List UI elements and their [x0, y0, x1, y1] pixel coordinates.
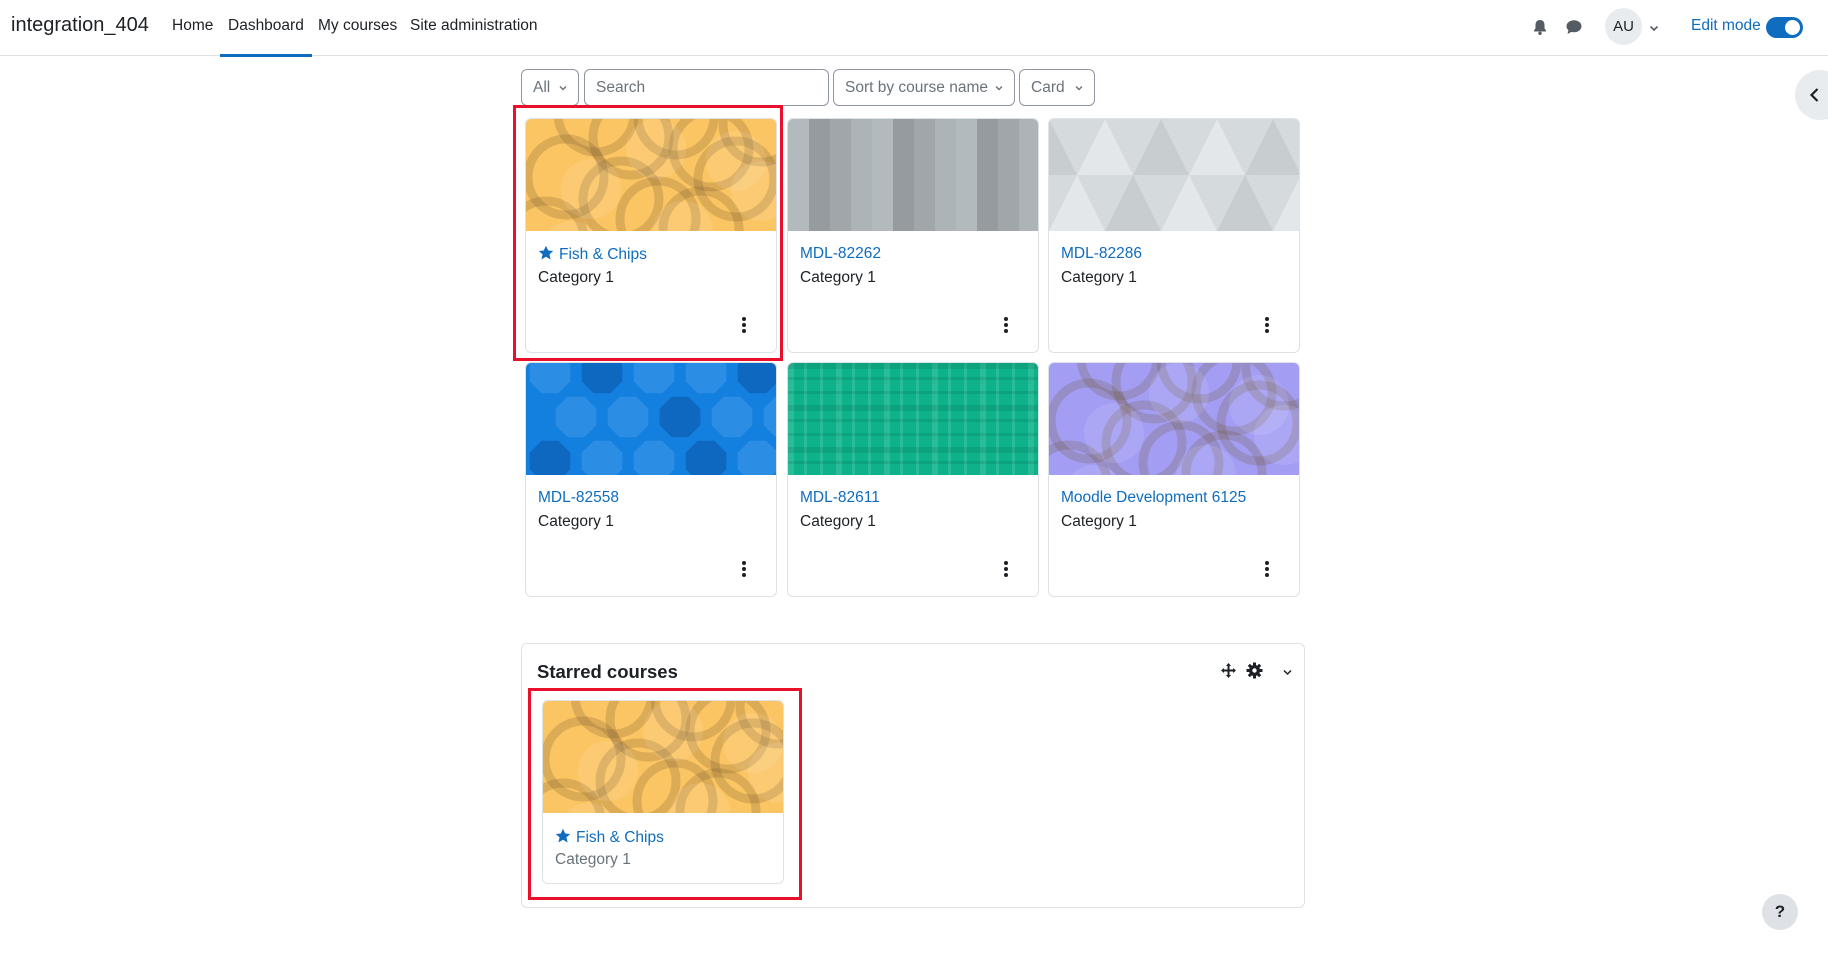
starred-course-card[interactable]: Fish & Chips Category 1 — [542, 700, 784, 884]
course-image[interactable] — [1049, 119, 1299, 231]
nav-site-administration[interactable]: Site administration — [410, 17, 538, 35]
starred-course-image[interactable] — [543, 701, 783, 813]
edit-mode-toggle[interactable] — [1766, 17, 1803, 38]
open-block-drawer-button[interactable] — [1795, 70, 1828, 120]
course-actions-kebab-icon[interactable] — [996, 315, 1016, 335]
course-image[interactable] — [526, 363, 776, 475]
course-image[interactable] — [1049, 363, 1299, 475]
view-dropdown-value: Card — [1031, 79, 1065, 96]
course-actions-kebab-icon[interactable] — [1257, 559, 1277, 579]
course-card[interactable]: Fish & Chips Category 1 — [525, 118, 777, 353]
grouping-dropdown[interactable]: All — [521, 69, 579, 106]
course-actions-kebab-icon[interactable] — [734, 315, 754, 335]
course-image[interactable] — [788, 119, 1038, 231]
view-dropdown[interactable]: Card — [1019, 69, 1095, 106]
sort-dropdown[interactable]: Sort by course name — [833, 69, 1015, 106]
site-name[interactable]: integration_404 — [11, 14, 149, 37]
course-image[interactable] — [788, 363, 1038, 475]
course-card[interactable]: MDL-82558 Category 1 — [525, 362, 777, 597]
user-avatar[interactable]: AU — [1605, 8, 1642, 45]
course-category: Category 1 — [538, 269, 614, 286]
course-card[interactable]: MDL-82262 Category 1 — [787, 118, 1039, 353]
edit-mode-label: Edit mode — [1691, 17, 1761, 34]
gear-icon[interactable] — [1246, 662, 1263, 684]
block-title: Starred courses — [537, 661, 678, 682]
messages-chat-icon[interactable] — [1565, 18, 1583, 36]
starred-course-name[interactable]: Fish & Chips — [555, 828, 664, 847]
course-actions-kebab-icon[interactable] — [996, 559, 1016, 579]
course-category: Category 1 — [1061, 513, 1137, 530]
user-menu-chevron-down-icon[interactable] — [1648, 21, 1660, 33]
course-search-input[interactable]: Search — [584, 69, 829, 106]
course-name[interactable]: MDL-82611 — [800, 489, 880, 507]
top-navbar: integration_404 Home Dashboard My course… — [0, 0, 1828, 57]
nav-home[interactable]: Home — [172, 17, 213, 35]
star-icon — [555, 828, 571, 843]
course-name[interactable]: MDL-82558 — [538, 489, 619, 507]
course-card[interactable]: Moodle Development 6125 Category 1 — [1048, 362, 1300, 597]
chevron-down-icon — [559, 86, 567, 91]
course-category: Category 1 — [538, 513, 614, 530]
sort-dropdown-value: Sort by course name — [845, 79, 989, 96]
course-actions-kebab-icon[interactable] — [734, 559, 754, 579]
starred-courses-block: Starred courses Fish & Chips Category 1 — [521, 643, 1305, 908]
help-button[interactable]: ? — [1762, 894, 1798, 930]
course-image[interactable] — [526, 119, 776, 231]
course-name[interactable]: Fish & Chips — [538, 245, 647, 264]
course-category: Category 1 — [1061, 269, 1137, 286]
course-name[interactable]: Moodle Development 6125 — [1061, 489, 1246, 507]
course-name[interactable]: MDL-82286 — [1061, 245, 1142, 263]
nav-my-courses[interactable]: My courses — [318, 17, 397, 35]
search-placeholder: Search — [596, 79, 646, 96]
course-category: Category 1 — [800, 269, 876, 286]
course-card[interactable]: MDL-82286 Category 1 — [1048, 118, 1300, 353]
course-category: Category 1 — [800, 513, 876, 530]
grouping-dropdown-value: All — [533, 79, 551, 96]
chevron-down-icon — [1075, 86, 1083, 91]
notifications-bell-icon[interactable] — [1531, 18, 1549, 36]
course-name[interactable]: MDL-82262 — [800, 245, 881, 263]
block-actions-chevron-down-icon[interactable] — [1282, 665, 1293, 683]
course-card[interactable]: MDL-82611 Category 1 — [787, 362, 1039, 597]
move-icon[interactable] — [1220, 662, 1237, 684]
course-actions-kebab-icon[interactable] — [1257, 315, 1277, 335]
chevron-left-icon — [1809, 88, 1819, 102]
chevron-down-icon — [995, 86, 1003, 91]
star-icon — [538, 245, 554, 260]
nav-dashboard[interactable]: Dashboard — [220, 17, 312, 57]
starred-course-category: Category 1 — [555, 851, 631, 868]
